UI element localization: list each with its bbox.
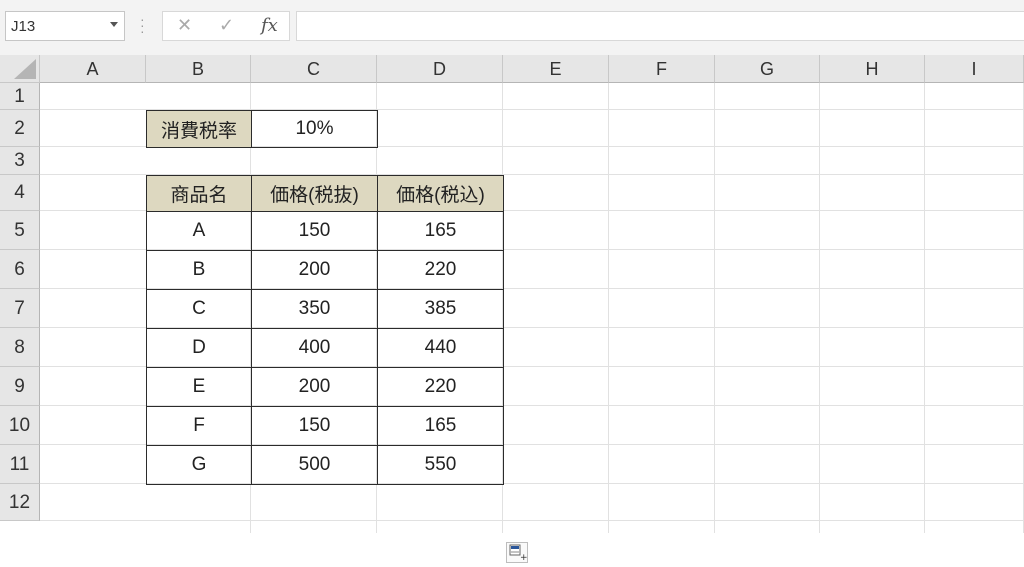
gridline-horizontal (40, 520, 1024, 521)
row-header-11[interactable]: 11 (0, 445, 40, 484)
row-header-6[interactable]: 6 (0, 250, 40, 289)
column-header-a[interactable]: A (40, 55, 146, 83)
table-cell[interactable]: 550 (377, 445, 504, 485)
gridline-vertical (819, 83, 820, 533)
enter-icon[interactable]: ✓ (219, 15, 234, 36)
table-cell[interactable]: F (146, 406, 252, 446)
table-cell[interactable]: 500 (251, 445, 378, 485)
row-header-8[interactable]: 8 (0, 328, 40, 367)
table-cell[interactable]: B (146, 250, 252, 290)
row-header-7[interactable]: 7 (0, 289, 40, 328)
row-header-9[interactable]: 9 (0, 367, 40, 406)
more-options-icon[interactable]: · · · (140, 12, 145, 38)
table-cell[interactable]: 200 (251, 250, 378, 290)
column-header-f[interactable]: F (609, 55, 715, 83)
tax-rate-label[interactable]: 消費税率 (146, 110, 252, 148)
chevron-down-icon[interactable] (110, 22, 118, 27)
column-header-e[interactable]: E (503, 55, 609, 83)
table-cell[interactable]: 150 (251, 406, 378, 446)
table-header-cell[interactable]: 価格(税込) (377, 175, 504, 212)
tax-rate-value[interactable]: 10% (251, 110, 378, 148)
spreadsheet-grid: ABCDEFGHI 1 2 3 4 5 6 7 8 9 10 11 12 消費税率 10% 商品名 価格(税… (0, 55, 1024, 563)
table-cell[interactable]: 220 (377, 367, 504, 407)
column-header-d[interactable]: D (377, 55, 503, 83)
table-cell[interactable]: 165 (377, 211, 504, 251)
row-header-2[interactable]: 2 (0, 110, 40, 147)
row-header-4[interactable]: 4 (0, 175, 40, 211)
column-header-i[interactable]: I (925, 55, 1024, 83)
table-cell[interactable]: 440 (377, 328, 504, 368)
name-box-value: J13 (11, 18, 36, 35)
table-cell[interactable]: 400 (251, 328, 378, 368)
insert-function-icon[interactable]: fx (261, 15, 278, 36)
formula-bar: J13 · · · ✕ ✓ fx (0, 0, 1024, 55)
table-cell[interactable]: D (146, 328, 252, 368)
column-header-b[interactable]: B (146, 55, 251, 83)
table-cell[interactable]: C (146, 289, 252, 329)
column-header-g[interactable]: G (715, 55, 820, 83)
table-cell[interactable]: 165 (377, 406, 504, 446)
gridline-vertical (924, 83, 925, 533)
table-cell[interactable]: 200 (251, 367, 378, 407)
table-cell[interactable]: E (146, 367, 252, 407)
paste-options-icon[interactable]: + (506, 542, 528, 563)
name-box[interactable]: J13 (5, 11, 125, 41)
column-header-h[interactable]: H (820, 55, 925, 83)
table-cell[interactable]: 150 (251, 211, 378, 251)
column-header-c[interactable]: C (251, 55, 377, 83)
gridline-vertical (714, 83, 715, 533)
select-all-triangle-icon (14, 59, 36, 79)
table-cell[interactable]: 385 (377, 289, 504, 329)
gridline-vertical (608, 83, 609, 533)
table-header-cell[interactable]: 価格(税抜) (251, 175, 378, 212)
select-all-button[interactable] (0, 55, 40, 83)
table-cell[interactable]: 350 (251, 289, 378, 329)
table-header-cell[interactable]: 商品名 (146, 175, 252, 212)
row-header-3[interactable]: 3 (0, 147, 40, 175)
cancel-icon[interactable]: ✕ (177, 15, 192, 36)
formula-input[interactable] (296, 11, 1024, 41)
formula-buttons: ✕ ✓ fx (162, 11, 290, 41)
row-header-12[interactable]: 12 (0, 484, 40, 521)
row-header-5[interactable]: 5 (0, 211, 40, 250)
row-header-10[interactable]: 10 (0, 406, 40, 445)
svg-text:+: + (520, 553, 527, 562)
table-cell[interactable]: G (146, 445, 252, 485)
row-header-1[interactable]: 1 (0, 83, 40, 110)
table-cell[interactable]: A (146, 211, 252, 251)
table-cell[interactable]: 220 (377, 250, 504, 290)
